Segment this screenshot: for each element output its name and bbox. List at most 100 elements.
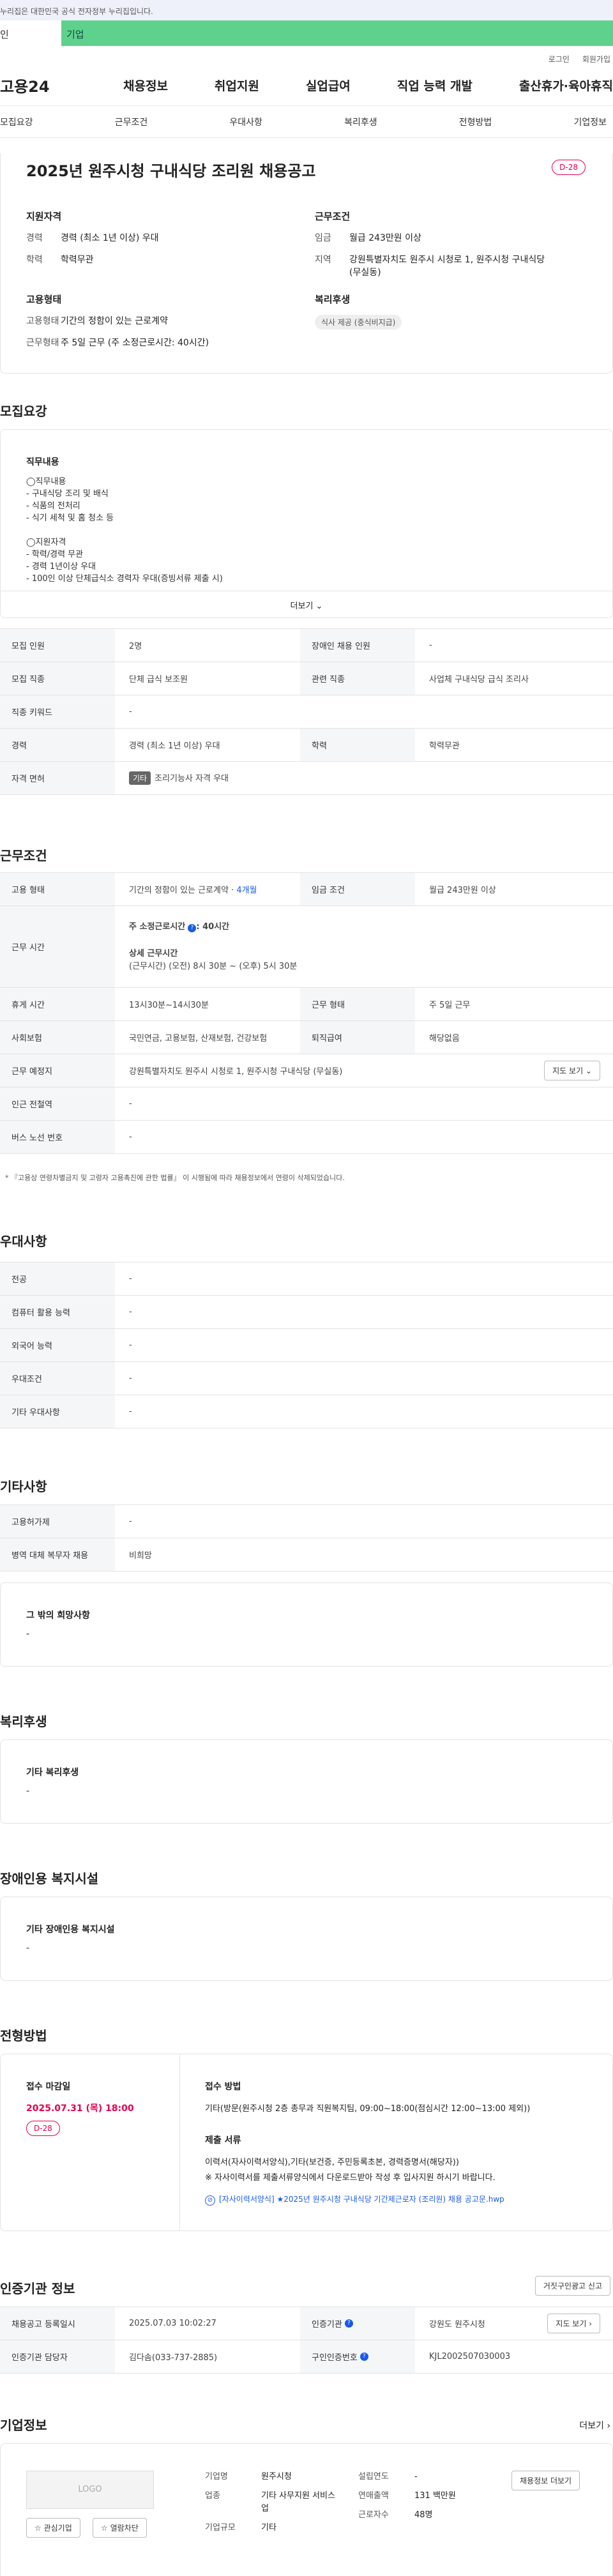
anchor-company[interactable]: 기업정보: [573, 116, 607, 128]
agency-table: 채용공고 등록일시 2025.07.03 10:02:27 인증기관? 강원도 원주시…: [0, 2307, 613, 2374]
value: 해당없음: [429, 1034, 460, 1043]
info-icon[interactable]: ?: [359, 2352, 368, 2361]
label: 학력: [300, 729, 415, 761]
description-line: - 학력/경력 무관: [26, 550, 84, 559]
label: 모집 직종: [0, 662, 115, 695]
label: 직종 키워드: [0, 695, 115, 728]
agency-map-button[interactable]: 지도 보기 ›: [547, 2314, 600, 2333]
anchor-conditions[interactable]: 근무조건: [115, 116, 148, 128]
description-line: ◯지원자격: [26, 538, 66, 547]
anchor-process[interactable]: 전형방법: [459, 116, 492, 128]
etc-heading: 기타사항: [0, 1479, 47, 1494]
disability-card: 기타 장애인용 복지시설 -: [0, 1897, 613, 1981]
company-size-value: 기타: [261, 2523, 276, 2533]
area-value: 강원특별자치도 원주시 시청로 1, 원주시청 구내식당 (무실동): [349, 255, 545, 278]
company-jobs-button[interactable]: 채용정보 더보기: [511, 2471, 580, 2490]
value: -: [129, 1340, 132, 1350]
label: 근무 예정지: [0, 1054, 115, 1087]
info-icon[interactable]: ?: [188, 923, 197, 932]
nav-employment-support[interactable]: 취업지원: [215, 77, 259, 94]
table-row: 자격 면허 기타 조리기능사 자격 우대: [0, 762, 613, 795]
site-logo[interactable]: 고용24: [0, 74, 77, 96]
qualification-heading: 지원자격: [26, 211, 62, 222]
employment-type-value: 기간의 정함이 있는 근로계약: [61, 316, 168, 326]
label: 근무형태: [26, 338, 59, 348]
table-row: 모집 인원 2명 장애인 채용 인원 -: [0, 629, 613, 662]
login-link[interactable]: 로그인: [549, 54, 570, 65]
label: 우대조건: [0, 1362, 115, 1395]
label: 병역 대체 복무자 채용: [0, 1538, 115, 1571]
value: 2025.07.03 10:02:27: [129, 2319, 216, 2328]
nav-parental-leave[interactable]: 출산휴가·육아휴직: [519, 77, 613, 94]
table-row: 직종 키워드 -: [0, 695, 613, 729]
global-nav: 고용24 채용정보 취업지원 실업급여 직업 능력 개발 출산휴가·육아휴직: [0, 65, 613, 106]
company-info-right: 설립연도 - 연매출액 131 백만원 근로자수 48명: [358, 2471, 456, 2522]
label: 지역: [315, 255, 331, 265]
tab-personal[interactable]: 인: [0, 20, 61, 46]
value: -: [129, 1099, 132, 1109]
description-line: - 구내식당 조리 및 배식: [26, 489, 109, 499]
job-summary-card: 2025년 원주시청 구내식당 조리원 채용공고 D-28 지원자격 경력 경력 …: [0, 153, 613, 374]
education-value: 학력무관: [61, 255, 94, 265]
table-row: 근무 시간 주 소정근로시간 ?: 40시간 상세 근무시간 (근무시간) (오…: [0, 906, 613, 988]
label: 기타 우대사항: [0, 1395, 115, 1428]
label: 상세 근무시간: [129, 948, 178, 958]
label: 고용 형태: [0, 873, 115, 905]
experience-value: 경력 (최소 1년 이상) 우대: [61, 233, 159, 243]
anchor-welfare[interactable]: 복리후생: [344, 116, 377, 128]
block-company-button[interactable]: ☆ 열람차단: [93, 2518, 147, 2538]
label: 인근 전철역: [0, 1087, 115, 1120]
info-icon[interactable]: ?: [344, 2319, 353, 2328]
label: 외국어 능력: [0, 1329, 115, 1361]
value: -: [129, 1407, 132, 1416]
deadline-heading: 접수 마감일: [26, 2082, 71, 2092]
label: 관련 직종: [300, 662, 415, 695]
deadline-value: 2025.07.31 (목) 18:00: [26, 2103, 134, 2114]
value: 비희망: [129, 1551, 152, 1561]
more-button[interactable]: 더보기 ⌄: [1, 591, 612, 619]
anchor-preferences[interactable]: 우대사항: [229, 116, 262, 128]
value: -: [429, 640, 432, 650]
employees-value: 48명: [414, 2510, 433, 2520]
etc-table: 고용허가제 - 병역 대체 복무자 채용 비희망: [0, 1504, 613, 1572]
value: 강원도 원주시청: [429, 2320, 485, 2330]
label: 인증기관: [312, 2320, 342, 2330]
agency-heading: 인증기관 정보: [0, 2281, 75, 2296]
attachment-name: [자사이력서양식] ★2025년 원주시청 구내식당 기간제근로자 (조리원) …: [219, 2195, 504, 2204]
condition-block: 근무조건 임금 월급 243만원 이상 지역 강원특별자치도 원주시 시청로 1, …: [315, 209, 596, 288]
table-row: 병역 대체 복무자 채용 비희망: [0, 1538, 613, 1572]
welfare-heading: 복리후생: [315, 294, 351, 305]
job-title: 2025년 원주시청 구내식당 조리원 채용공고: [26, 162, 316, 180]
contract-period-link[interactable]: 4개월: [236, 886, 257, 895]
other-wishes-heading: 그 밖의 희망사항: [26, 1610, 90, 1621]
signup-link[interactable]: 회원가입: [582, 54, 610, 65]
label: 임금 조건: [300, 873, 415, 905]
welfare-badge: 식사 제공 (중식비지급): [315, 315, 402, 330]
company-more-link[interactable]: 더보기 ›: [579, 2419, 610, 2432]
table-row: 고용 형태 기간의 정함이 있는 근로계약 · 4개월 임금 조건 월급 243만원 …: [0, 873, 613, 906]
table-row: 기타 우대사항 -: [0, 1395, 613, 1428]
tab-company[interactable]: 기업: [61, 20, 613, 46]
nav-vocational-training[interactable]: 직업 능력 개발: [397, 77, 473, 94]
label: 채용공고 등록일시: [0, 2307, 115, 2340]
nav-jobs[interactable]: 채용정보: [123, 77, 168, 94]
attachment-link[interactable]: ⊘ [자사이력서양식] ★2025년 원주시청 구내식당 기간제근로자 (조리원)…: [205, 2193, 504, 2206]
recruit-table: 모집 인원 2명 장애인 채용 인원 - 모집 직종 단체 급식 보조원 관련 직종 사업체…: [0, 628, 613, 795]
anchor-recruit[interactable]: 모집요강: [0, 116, 33, 128]
label: 사회보험: [0, 1021, 115, 1054]
value: 학력무관: [429, 741, 460, 751]
description-line: [26, 524, 223, 536]
company-name[interactable]: 원주시청: [261, 2471, 292, 2483]
job-description-heading: 직무내용: [26, 457, 59, 467]
job-description-card: 직무내용 ◯직무내용 - 구내식당 조리 및 배식 - 식품의 전처리 - 식기 세척…: [0, 429, 613, 618]
report-false-ad-button[interactable]: 거짓구인광고 신고: [534, 2276, 610, 2296]
map-toggle-button[interactable]: 지도 보기 ⌄: [544, 1061, 600, 1080]
founded-value: -: [414, 2472, 418, 2481]
docs-value: 이력서(자사이력서양식),기타(보건증, 주민등록초본, 경력증명서(해당자)): [205, 2158, 459, 2167]
favorite-company-button[interactable]: ☆ 관심기업: [26, 2518, 80, 2538]
nav-unemployment-benefit[interactable]: 실업급여: [306, 77, 351, 94]
description-line: - 식기 세척 및 홈 청소 등: [26, 513, 114, 523]
description-line: - 경력 1년이상 우대: [26, 562, 96, 572]
label: 업종: [205, 2491, 220, 2501]
condition-heading: 근무조건: [315, 211, 351, 222]
